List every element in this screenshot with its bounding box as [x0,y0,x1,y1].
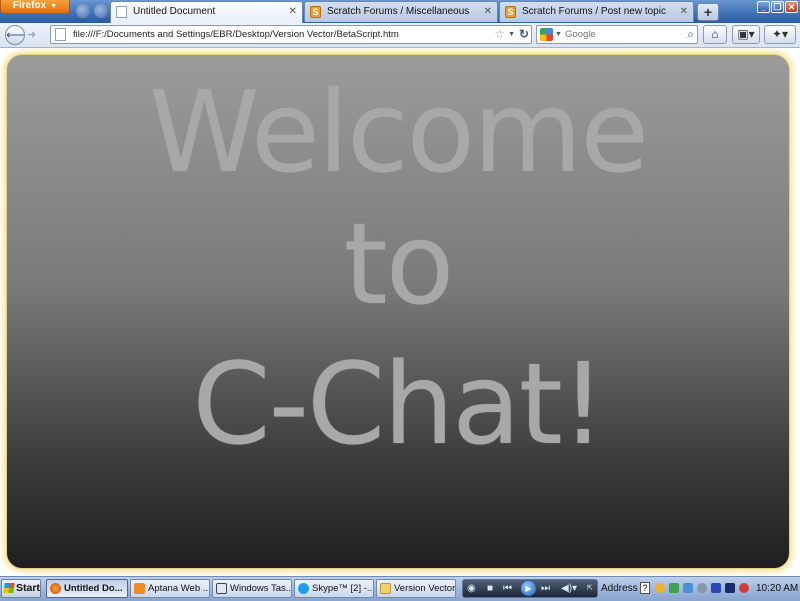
firefox-menu-button[interactable]: Firefox ▼ [0,0,70,14]
home-icon: ⌂ [711,27,719,41]
welcome-heading-line-1: Welcome [148,68,649,198]
tab-scratch-post-new-topic[interactable]: S Scratch Forums / Post new topic ✕ [499,1,694,22]
page-icon [116,6,127,18]
navigation-toolbar: ⟵ ➜ file:///F:/Documents and Settings/EB… [0,23,800,48]
url-text[interactable]: file:///F:/Documents and Settings/EBR/De… [73,26,399,43]
tray-update-icon[interactable] [697,583,707,593]
taskbar-item-label: Windows Tas... [230,583,292,594]
forward-button[interactable]: ➜ [27,28,36,41]
tab-untitled-document[interactable]: Untitled Document ✕ [110,1,303,23]
windows-taskbar: Start Untitled Do... Aptana Web ... Wind… [0,576,800,601]
tray-norton-icon[interactable] [655,583,665,593]
welcome-heading-line-2: to [343,200,454,330]
search-input[interactable] [565,27,675,42]
play-icon[interactable]: ▶ [521,581,536,596]
task-manager-icon [216,583,227,594]
tab-label: Scratch Forums / Post new topic [522,6,666,17]
firefox-icon [50,583,61,594]
screenshot-button[interactable]: ▣▾ [732,25,760,44]
tray-display-icon[interactable] [683,583,693,593]
system-clock[interactable]: 10:20 AM [756,577,798,600]
tab-scratch-miscellaneous[interactable]: S Scratch Forums / Miscellaneous ✕ [304,1,498,22]
back-button[interactable]: ⟵ [5,25,25,45]
media-logo-icon[interactable]: ◉ [467,581,476,596]
restore-button[interactable]: ❐ [771,1,784,13]
address-toolbar-label[interactable]: Address [601,577,638,600]
taskbar-item-version-vector[interactable]: Version Vector [376,579,456,598]
new-tab-button[interactable]: + [697,3,719,21]
page-viewport: Welcome to C-Chat! [0,48,800,576]
chevron-down-icon[interactable]: ▼ [508,26,515,43]
start-label: Start [16,582,40,594]
windows-logo-icon [3,583,15,593]
page-icon [55,28,66,41]
chevron-down-icon: ▼ [50,3,58,10]
scratch-icon: S [310,6,321,18]
volume-icon[interactable]: ◀)▾ [561,581,577,596]
close-icon[interactable]: ✕ [289,2,297,22]
puzzle-icon: ✦▾ [771,27,789,41]
tray-network-icon[interactable] [669,583,679,593]
tab-groups-icon[interactable] [76,4,90,18]
previous-icon[interactable]: ⏮ [503,581,512,596]
taskbar-item-label: Version Vector [394,583,456,594]
start-button[interactable]: Start [1,579,41,598]
arrow-right-icon: ➜ [27,29,37,41]
folder-icon [380,583,391,594]
taskbar-item-label: Skype™ [2] -... [312,583,374,594]
firefox-menu-label: Firefox [12,0,47,11]
aptana-icon [134,583,145,594]
taskbar-item-aptana[interactable]: Aptana Web ... [130,579,210,598]
taskbar-item-firefox[interactable]: Untitled Do... [46,579,128,598]
tray-monitor-icon[interactable] [711,583,721,593]
welcome-heading-line-3: C-Chat! [192,340,605,470]
arrow-left-icon: ⟵ [6,27,25,42]
tray-media-icon[interactable] [725,583,735,593]
bookmark-star-icon[interactable]: ☆ [494,26,505,43]
next-icon[interactable]: ⏭ [541,581,550,596]
taskbar-item-label: Untitled Do... [64,583,123,594]
help-icon[interactable]: ? [640,582,650,594]
taskbar-item-skype[interactable]: Skype™ [2] -... [294,579,374,598]
close-window-button[interactable]: ✕ [785,1,798,13]
close-icon[interactable]: ✕ [484,2,492,22]
search-icon[interactable]: ⌕ [687,26,694,43]
tab-label: Untitled Document [133,6,216,17]
welcome-panel: Welcome to C-Chat! [6,54,790,569]
media-player-toolbar[interactable]: ◉ ■ ⏮ ▶ ⏭ ◀)▾ ⇱ [462,579,598,598]
google-icon[interactable] [540,28,553,41]
tab-label: Scratch Forums / Miscellaneous [327,6,470,17]
chevron-down-icon[interactable]: ▼ [555,26,562,43]
close-icon[interactable]: ✕ [680,2,688,22]
restore-player-icon[interactable]: ⇱ [587,581,593,596]
taskbar-item-task-manager[interactable]: Windows Tas... [212,579,292,598]
browser-titlebar: Firefox ▼ Untitled Document ✕ S Scratch F… [0,0,800,23]
addon-button[interactable]: ✦▾ [764,25,796,44]
scratch-icon: S [505,6,516,18]
sync-icon[interactable] [94,4,108,18]
stop-icon[interactable]: ■ [487,581,493,596]
skype-icon [298,583,309,594]
camera-icon: ▣▾ [737,27,755,41]
minimize-button[interactable]: _ [757,1,770,13]
reload-icon[interactable]: ↻ [519,26,529,43]
url-bar[interactable]: file:///F:/Documents and Settings/EBR/De… [50,25,532,44]
tray-security-icon[interactable] [739,583,749,593]
home-button[interactable]: ⌂ [703,25,727,44]
search-bar[interactable]: ▼ ⌕ [536,25,698,44]
taskbar-item-label: Aptana Web ... [148,583,210,594]
